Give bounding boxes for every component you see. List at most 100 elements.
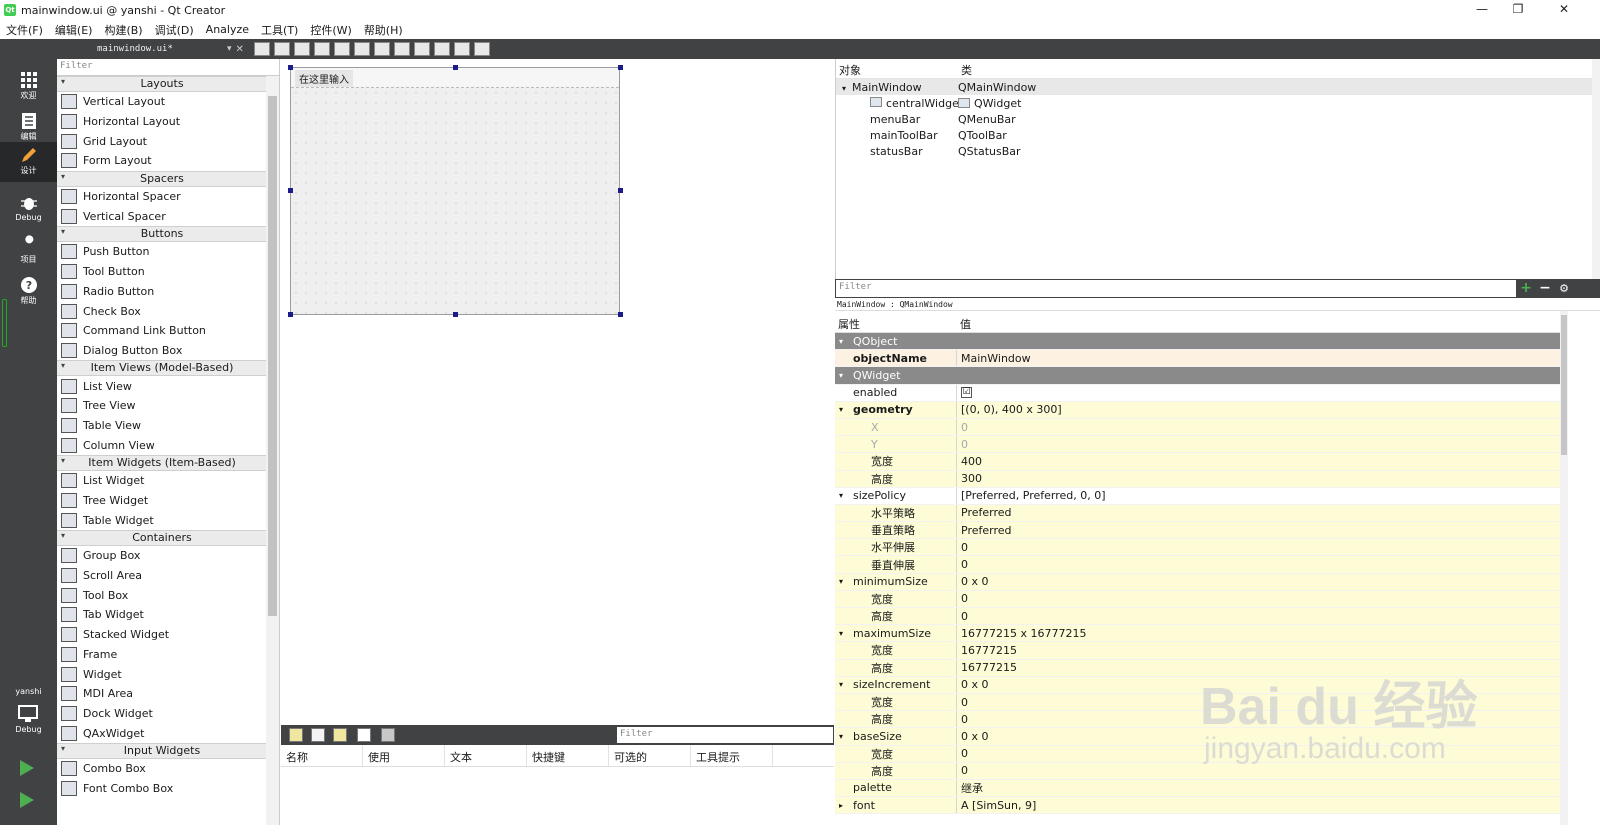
- widget-item[interactable]: Table Widget: [57, 510, 267, 530]
- chevron-down-icon[interactable]: ▾: [839, 337, 853, 346]
- property-row[interactable]: ▾ geometry [(0, 0), 400 x 300]: [835, 401, 1560, 419]
- mode-help[interactable]: ? 帮助: [0, 272, 57, 312]
- mode-projects[interactable]: 项目: [0, 231, 57, 271]
- property-value[interactable]: 0: [961, 438, 968, 451]
- property-row[interactable]: 高度 0: [835, 608, 1560, 626]
- widget-category-header[interactable]: ▾ Item Widgets (Item-Based): [57, 455, 267, 471]
- property-row[interactable]: palette 继承: [835, 779, 1560, 798]
- edit-tab-order-icon[interactable]: [313, 42, 330, 56]
- copy-action-icon[interactable]: [311, 728, 325, 742]
- action-column-header[interactable]: 工具提示: [691, 745, 773, 766]
- property-row[interactable]: enabled ☑: [835, 384, 1560, 402]
- widget-item[interactable]: List View: [57, 376, 267, 396]
- edit-buddies-icon[interactable]: [293, 42, 310, 56]
- widget-item[interactable]: Tree View: [57, 396, 267, 416]
- widget-item[interactable]: Form Layout: [57, 151, 267, 171]
- property-value[interactable]: 16777215: [961, 661, 1017, 674]
- widget-item[interactable]: Grid Layout: [57, 131, 267, 151]
- layout-grid-icon[interactable]: [413, 42, 430, 56]
- widget-item[interactable]: Check Box: [57, 301, 267, 321]
- delete-action-icon[interactable]: [357, 728, 371, 742]
- property-value[interactable]: 0: [961, 713, 968, 726]
- widget-item[interactable]: Tab Widget: [57, 605, 267, 625]
- widget-item[interactable]: MDI Area: [57, 684, 267, 704]
- layout-vsplitter-icon[interactable]: [393, 42, 410, 56]
- widget-item[interactable]: Column View: [57, 435, 267, 455]
- resize-handle-ne[interactable]: [618, 65, 623, 70]
- document-name[interactable]: mainwindow.ui*: [97, 44, 227, 54]
- property-row[interactable]: Y0: [835, 436, 1560, 454]
- edit-signals-icon[interactable]: [273, 42, 290, 56]
- close-button[interactable]: ✕: [1546, 0, 1582, 20]
- action-column-header[interactable]: 使用: [363, 745, 445, 766]
- chevron-down-icon[interactable]: ▾: [839, 405, 853, 414]
- widget-category-header[interactable]: ▾ Layouts: [57, 76, 267, 92]
- property-value[interactable]: 0 x 0: [961, 730, 989, 743]
- main-window-form[interactable]: 在这里输入: [290, 67, 620, 315]
- object-row-maintoolbar[interactable]: mainToolBar QToolBar: [836, 128, 1600, 144]
- property-value[interactable]: 继承: [961, 780, 983, 796]
- widget-item[interactable]: Dock Widget: [57, 704, 267, 724]
- chevron-down-icon[interactable]: ▾: [839, 577, 853, 586]
- scrollbar-thumb[interactable]: [1561, 315, 1567, 455]
- object-row-mainwindow[interactable]: ▾ MainWindow QMainWindow: [836, 79, 1600, 96]
- widget-category-header[interactable]: ▾ Spacers: [57, 170, 267, 187]
- resize-handle-sw[interactable]: [288, 312, 293, 317]
- property-value[interactable]: [Preferred, Preferred, 0, 0]: [961, 489, 1106, 502]
- property-row[interactable]: objectName MainWindow: [835, 350, 1560, 368]
- chevron-down-icon[interactable]: ▾: [839, 491, 853, 500]
- form-menu-bar[interactable]: 在这里输入: [291, 68, 619, 88]
- property-value[interactable]: 0: [961, 610, 968, 623]
- minimize-button[interactable]: —: [1464, 0, 1500, 20]
- property-row[interactable]: ▾ minimumSize 0 x 0: [835, 573, 1560, 591]
- close-document-icon[interactable]: ✕: [236, 44, 244, 55]
- property-row[interactable]: ▾ QObject: [835, 333, 1560, 351]
- widget-category-header[interactable]: ▾ Containers: [57, 530, 267, 547]
- property-row[interactable]: ▸ font A [SimSun, 9]: [835, 797, 1560, 815]
- property-value[interactable]: 0: [961, 747, 968, 760]
- property-value[interactable]: 300: [961, 472, 982, 485]
- action-column-header[interactable]: 文本: [445, 745, 527, 766]
- widget-item[interactable]: Tool Button: [57, 262, 267, 282]
- col-property[interactable]: 属性: [835, 311, 957, 332]
- form-editor-canvas[interactable]: 在这里输入: [281, 59, 834, 725]
- chevron-down-icon[interactable]: ▾: [839, 680, 853, 689]
- widget-item[interactable]: Tool Box: [57, 585, 267, 605]
- property-value[interactable]: Preferred: [961, 506, 1012, 519]
- property-value[interactable]: 400: [961, 455, 982, 468]
- property-row[interactable]: 宽度 400: [835, 453, 1560, 471]
- maximize-button[interactable]: ❐: [1500, 0, 1536, 20]
- menu-file[interactable]: 文件(F): [0, 22, 49, 38]
- object-inspector-scrollbar[interactable]: [1592, 59, 1600, 279]
- widget-item[interactable]: Font Combo Box: [57, 779, 267, 799]
- object-row-centralwidget[interactable]: centralWidget QWidget: [836, 95, 1600, 111]
- property-value[interactable]: 16777215: [961, 644, 1017, 657]
- widget-category-header[interactable]: ▾ Item Views (Model-Based): [57, 360, 267, 377]
- property-value[interactable]: 0: [961, 764, 968, 777]
- widget-box-scrollbar[interactable]: [266, 76, 279, 825]
- layout-horizontal-icon[interactable]: [333, 42, 350, 56]
- object-row-statusbar[interactable]: statusBar QStatusBar: [836, 144, 1600, 160]
- menu-build[interactable]: 构建(B): [98, 22, 148, 38]
- property-value[interactable]: 0: [961, 558, 968, 571]
- widget-item[interactable]: Widget: [57, 664, 267, 684]
- widget-item[interactable]: Scroll Area: [57, 566, 267, 586]
- property-editor-scrollbar[interactable]: [1560, 311, 1568, 825]
- scrollbar-thumb[interactable]: [268, 96, 277, 616]
- mode-welcome[interactable]: 欢迎: [0, 67, 57, 107]
- property-row[interactable]: 垂直伸展 0: [835, 556, 1560, 574]
- property-value[interactable]: 0 x 0: [961, 575, 989, 588]
- property-value[interactable]: Preferred: [961, 524, 1012, 537]
- property-filter-input[interactable]: Filter: [836, 280, 1516, 297]
- property-value[interactable]: [(0, 0), 400 x 300]: [961, 403, 1062, 416]
- col-object[interactable]: 对象: [836, 59, 958, 78]
- col-class[interactable]: 类: [958, 59, 975, 78]
- resize-handle-n[interactable]: [453, 65, 458, 70]
- menu-widgets[interactable]: 控件(W): [304, 22, 357, 38]
- break-layout-icon[interactable]: [453, 42, 470, 56]
- edit-widgets-icon[interactable]: [253, 42, 270, 56]
- property-row[interactable]: X0: [835, 418, 1560, 437]
- widget-item[interactable]: Push Button: [57, 242, 267, 262]
- property-value[interactable]: MainWindow: [961, 352, 1031, 365]
- document-dropdown-icon[interactable]: ▾: [227, 44, 232, 54]
